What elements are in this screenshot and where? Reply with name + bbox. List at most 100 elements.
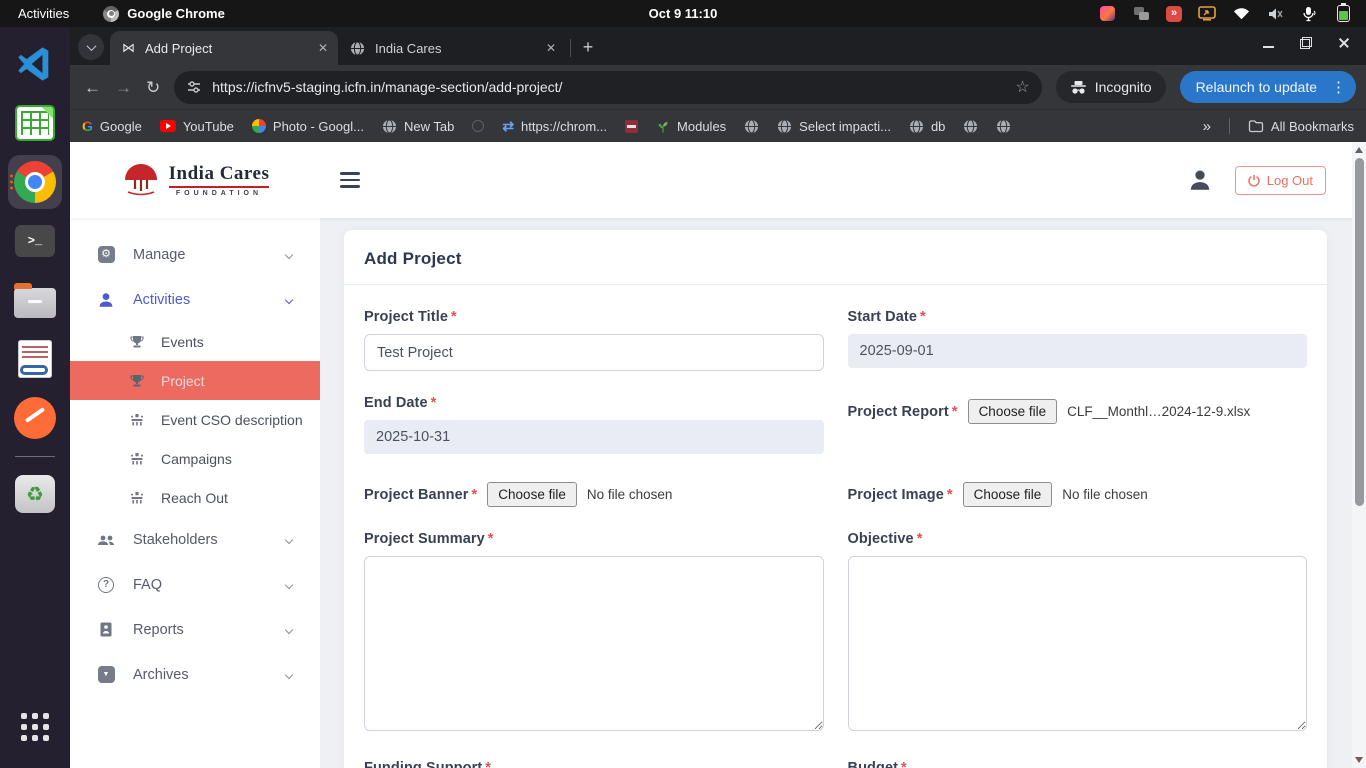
chat-icon[interactable] xyxy=(1132,5,1150,23)
tab-india-cares[interactable]: India Cares ✕ xyxy=(338,31,566,65)
relaunch-to-update-button[interactable]: Relaunch to update ⋮ xyxy=(1180,71,1356,103)
bookmarks-overflow-button[interactable]: » xyxy=(1203,118,1211,135)
field-budget: Budget* xyxy=(848,760,1308,768)
bookmark-new-tab[interactable]: New Tab xyxy=(382,119,454,134)
volume-muted-icon[interactable] xyxy=(1266,5,1284,23)
screen-record-icon[interactable]: » xyxy=(1166,6,1182,22)
scroll-up-arrow[interactable] xyxy=(1355,147,1363,153)
project-summary-textarea[interactable] xyxy=(364,556,824,731)
bookmark-globe[interactable] xyxy=(963,119,978,134)
all-bookmarks-button[interactable]: All Bookmarks xyxy=(1248,119,1354,134)
dock-files[interactable] xyxy=(8,273,62,327)
tab-close-icon[interactable]: ✕ xyxy=(546,41,556,55)
end-date-input[interactable] xyxy=(364,420,824,454)
restore-button[interactable] xyxy=(1300,37,1312,49)
scroll-down-arrow[interactable] xyxy=(1355,757,1363,763)
bookmark-modules[interactable]: Modules xyxy=(656,119,726,134)
tab-close-icon[interactable]: ✕ xyxy=(318,41,328,55)
sidebar-item-archives[interactable]: ▼ Archives xyxy=(70,652,320,697)
help-icon: ? xyxy=(96,577,116,593)
tab-add-project[interactable]: ⋈ Add Project ✕ xyxy=(110,31,338,65)
minimize-button[interactable] xyxy=(1262,37,1274,49)
tab-search-button[interactable] xyxy=(78,34,104,60)
sidebar-item-activities[interactable]: Activities xyxy=(70,277,320,322)
show-applications-button[interactable] xyxy=(8,700,62,754)
page-scrollbar[interactable] xyxy=(1352,142,1366,768)
field-funding-support: Funding Support* xyxy=(364,760,824,768)
sidebar-item-label: Archives xyxy=(133,667,286,683)
objective-textarea[interactable] xyxy=(848,556,1308,731)
sidebar-toggle-button[interactable] xyxy=(340,172,360,188)
project-report-choose-file-button[interactable]: Choose file xyxy=(968,399,1058,424)
project-title-input[interactable] xyxy=(364,334,824,371)
chevron-down-icon xyxy=(285,670,293,678)
bookmarks-divider xyxy=(1229,118,1230,134)
sidebar-item-event-cso-description[interactable]: Event CSO description xyxy=(70,400,320,439)
sidebar-item-reach-out[interactable]: Reach Out xyxy=(70,478,320,517)
activities-button[interactable]: Activities xyxy=(18,6,69,21)
site-settings-icon[interactable] xyxy=(186,79,202,95)
microphone-icon[interactable] xyxy=(1300,5,1318,23)
sidebar-item-faq[interactable]: ? FAQ xyxy=(70,562,320,607)
bookmark-db[interactable]: db xyxy=(909,119,945,134)
dock-postman[interactable] xyxy=(8,391,62,445)
sidebar-item-stakeholders[interactable]: Stakeholders xyxy=(70,517,320,562)
screen-cast-icon[interactable] xyxy=(1198,5,1216,23)
bookmark-label: Select impacti... xyxy=(799,119,891,134)
bookmark-google[interactable]: G Google xyxy=(82,118,142,134)
sidebar-item-project[interactable]: Project xyxy=(70,361,320,400)
required-marker: * xyxy=(472,487,478,503)
incognito-badge: Incognito xyxy=(1056,71,1166,103)
india-cares-logo[interactable]: India Cares Foundation xyxy=(70,161,320,199)
bookmark-app[interactable] xyxy=(625,120,638,133)
sidebar-item-label: Stakeholders xyxy=(133,532,286,548)
sidebar-item-label: Reach Out xyxy=(161,490,228,506)
sidebar-item-manage[interactable]: ⚙ Manage xyxy=(70,232,320,277)
address-bar[interactable]: https://icfnv5-staging.icfn.in/manage-se… xyxy=(174,71,1041,104)
dock-vscode[interactable] xyxy=(8,37,62,91)
bookmark-photos[interactable]: Photo - Googl... xyxy=(252,119,364,134)
required-marker: * xyxy=(901,760,907,768)
bookmark-youtube[interactable]: YouTube xyxy=(160,119,234,134)
reload-button[interactable]: ↻ xyxy=(146,79,160,96)
user-icon[interactable] xyxy=(1187,167,1213,193)
url-text[interactable]: https://icfnv5-staging.icfn.in/manage-se… xyxy=(212,79,1005,95)
wifi-icon[interactable] xyxy=(1232,5,1250,23)
bookmark-select-impact[interactable]: Select impacti... xyxy=(777,119,891,134)
dock-separator xyxy=(15,456,55,457)
bookmark-unlabeled[interactable] xyxy=(472,120,484,132)
scrollbar-thumb[interactable] xyxy=(1355,158,1364,506)
tab-title: India Cares xyxy=(375,41,536,56)
window-indicator-dots xyxy=(10,175,13,190)
google-photos-icon xyxy=(252,119,266,133)
battery-icon[interactable] xyxy=(1334,5,1352,23)
chrome-menu-icon[interactable]: ⋮ xyxy=(1327,78,1350,96)
bookmark-chrome-link[interactable]: ⇄ https://chrom... xyxy=(502,118,607,135)
bookmark-globe[interactable] xyxy=(996,119,1011,134)
prism-app-icon[interactable] xyxy=(1098,5,1116,23)
globe-icon xyxy=(777,119,792,134)
dock-trash[interactable]: ♻ xyxy=(8,467,62,521)
sidebar-item-reports[interactable]: Reports xyxy=(70,607,320,652)
sidebar-item-campaigns[interactable]: Campaigns xyxy=(70,439,320,478)
new-tab-button[interactable]: + xyxy=(575,34,601,60)
start-date-input[interactable] xyxy=(848,334,1308,368)
bookmark-star-icon[interactable]: ☆ xyxy=(1015,77,1029,97)
dock-google-chrome[interactable] xyxy=(8,155,62,209)
logout-button[interactable]: Log Out xyxy=(1235,166,1326,195)
project-banner-choose-file-button[interactable]: Choose file xyxy=(487,482,577,507)
dock-terminal[interactable]: >_ xyxy=(8,214,62,268)
ubuntu-topbar: Activities Google Chrome Oct 9 11:10 » xyxy=(0,0,1366,27)
back-button[interactable]: ← xyxy=(84,79,101,96)
close-button[interactable] xyxy=(1338,37,1350,49)
sidebar-item-events[interactable]: Events xyxy=(70,322,320,361)
bookmark-globe[interactable] xyxy=(744,119,759,134)
dock-libreoffice-calc[interactable] xyxy=(8,96,62,150)
active-app-menu[interactable]: Google Chrome xyxy=(103,6,225,22)
project-image-choose-file-button[interactable]: Choose file xyxy=(963,482,1053,507)
required-marker: * xyxy=(431,395,437,411)
forward-button[interactable]: → xyxy=(115,79,132,96)
vscode-icon xyxy=(15,44,55,84)
dock-document-viewer[interactable] xyxy=(8,332,62,386)
project-image-filename: No file chosen xyxy=(1062,487,1148,502)
